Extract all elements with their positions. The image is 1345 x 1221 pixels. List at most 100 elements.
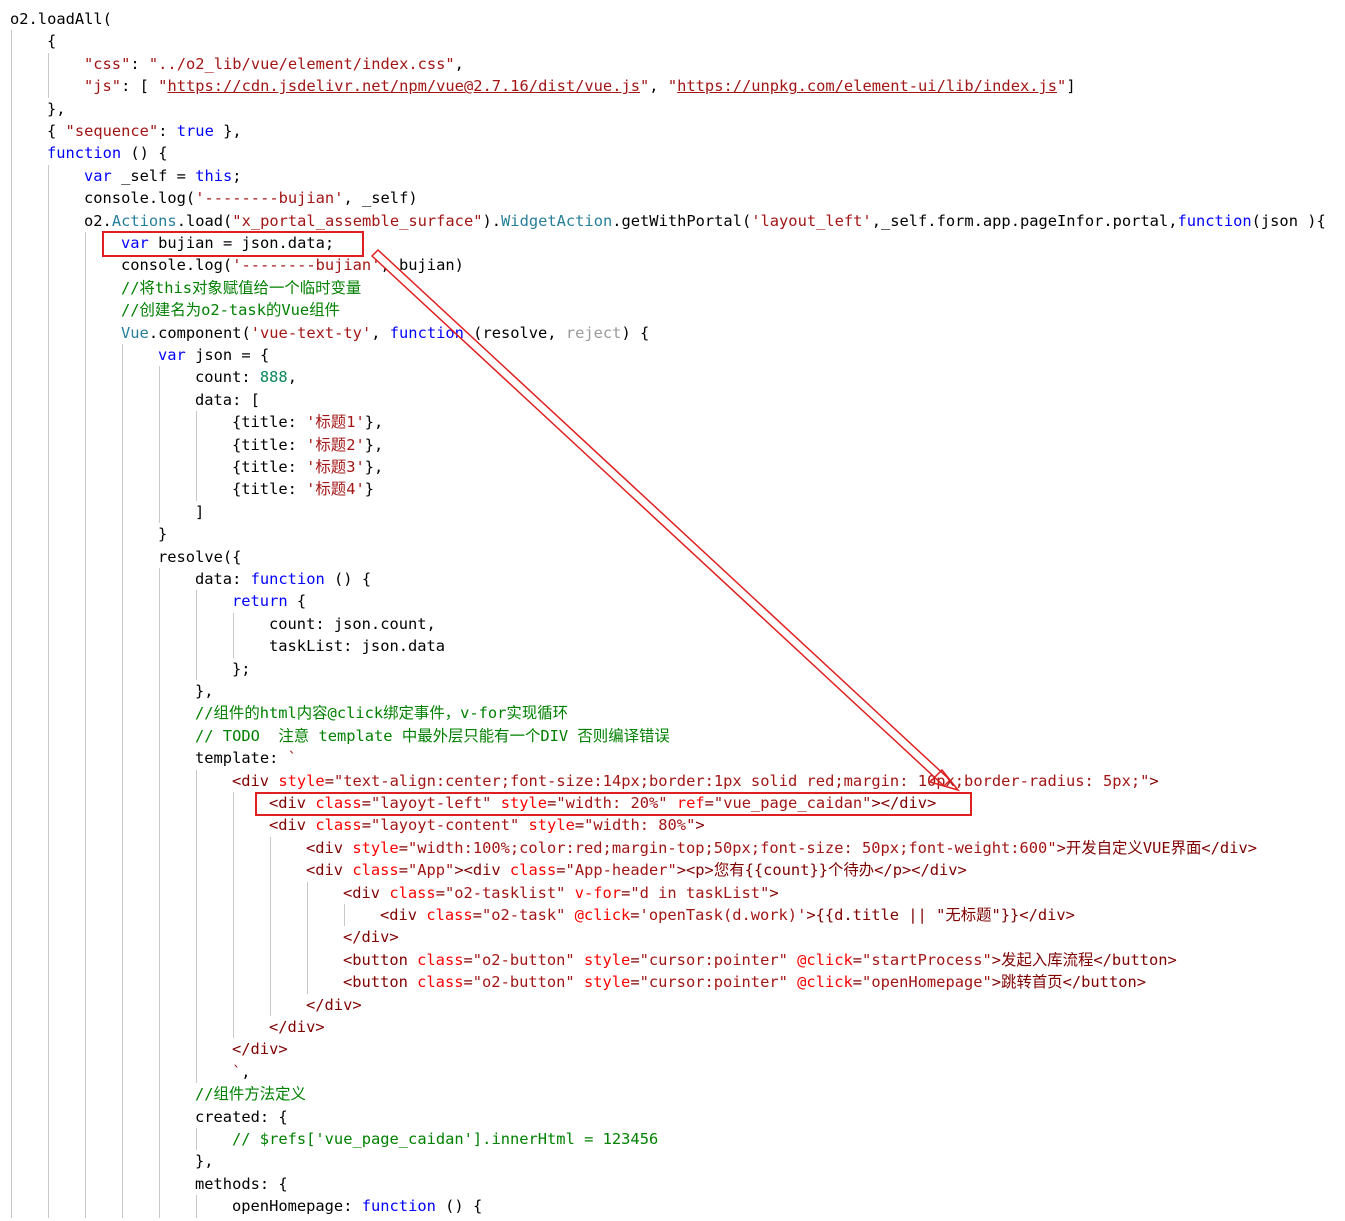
indent-guide — [159, 1105, 160, 1128]
code-line[interactable]: "js": [ "https://cdn.jsdelivr.net/npm/vu… — [84, 75, 1076, 97]
indent-guide — [122, 1105, 123, 1128]
code-line[interactable]: data: [ — [195, 389, 260, 411]
code-token: () { — [324, 570, 372, 588]
code-token: <div — [232, 771, 279, 790]
code-line[interactable]: var _self = this; — [84, 165, 242, 187]
code-line[interactable]: o2.loadAll( — [10, 8, 112, 30]
code-line[interactable]: {title: '标题4'} — [232, 478, 374, 500]
indent-guide — [159, 680, 160, 703]
code-line[interactable]: console.log('--------bujian', _self) — [84, 187, 418, 209]
code-line[interactable]: return { — [232, 590, 306, 612]
code-line[interactable]: <div class="o2-task" @click='openTask(d.… — [380, 904, 1075, 926]
code-line[interactable]: //将this对象赋值给一个临时变量 — [121, 277, 361, 299]
indent-guide — [48, 187, 49, 210]
code-token: }, — [364, 435, 384, 454]
code-line[interactable]: //创建名为o2-task的Vue组件 — [121, 299, 340, 321]
indent-guide — [85, 792, 86, 815]
code-line[interactable]: <div class="layoyt-content" style="width… — [269, 814, 705, 836]
code-token: style — [528, 816, 575, 835]
code-line[interactable]: // TODO 注意 template 中最外层只能有一个DIV 否则编译错误 — [195, 725, 670, 747]
code-line[interactable]: openHomepage: function () { — [232, 1195, 482, 1217]
code-line[interactable]: }, — [195, 680, 214, 702]
code-line[interactable]: </div> — [232, 1038, 288, 1060]
code-line[interactable]: {title: '标题1'}, — [232, 411, 383, 433]
indent-guide — [122, 478, 123, 501]
code-line[interactable]: <button class="o2-button" style="cursor:… — [343, 949, 1177, 971]
code-line[interactable]: resolve({ — [158, 546, 241, 568]
code-line[interactable]: methods: { — [195, 1173, 288, 1195]
code-editor[interactable]: o2.loadAll({ "css": "../o2_lib/vue/elemen… — [0, 0, 1345, 1221]
code-token: // TODO 注意 template 中最外层只能有一个DIV 否则编译错误 — [195, 726, 670, 745]
indent-guide — [122, 904, 123, 927]
indent-guide — [48, 881, 49, 904]
code-token: .getWithPortal( — [612, 211, 752, 230]
code-line[interactable]: { "sequence": true }, — [47, 120, 242, 142]
code-line[interactable]: "css": "../o2_lib/vue/element/index.css"… — [84, 53, 464, 75]
code-line[interactable]: <div style="width:100%;color:red;margin-… — [306, 837, 1257, 859]
indent-guide — [48, 411, 49, 434]
indent-guide — [11, 657, 12, 680]
code-line[interactable]: }, — [47, 98, 66, 120]
code-token: , — [241, 1062, 251, 1081]
code-token: ,_self.form.app.pageInfor.portal, — [871, 211, 1178, 230]
indent-guide — [159, 657, 160, 680]
indent-guide — [11, 747, 12, 770]
code-line[interactable]: {title: '标题2'}, — [232, 434, 383, 456]
code-line[interactable]: // $refs['vue_page_caidan'].innerHtml = … — [232, 1128, 658, 1150]
code-line[interactable]: <button class="o2-button" style="cursor:… — [343, 971, 1146, 993]
code-line[interactable]: //组件的html内容@click绑定事件，v-for实现循环 — [195, 702, 568, 724]
code-line[interactable]: console.log('--------bujian', bujian) — [121, 254, 464, 276]
code-line[interactable]: </div> — [306, 994, 362, 1016]
code-line[interactable]: count: 888, — [195, 366, 297, 388]
indent-guide — [270, 904, 271, 927]
code-token: "sequence" — [65, 122, 159, 140]
code-token: () { — [435, 1197, 483, 1216]
code-token: </div> — [343, 928, 399, 947]
code-line[interactable]: var json = { — [158, 344, 269, 366]
indent-guide — [270, 971, 271, 994]
code-line[interactable]: data: function () { — [195, 568, 371, 590]
code-line[interactable]: template: ` — [195, 747, 297, 769]
code-token: <button — [343, 973, 418, 992]
code-line[interactable]: //组件方法定义 — [195, 1083, 306, 1105]
code-line[interactable]: function () { — [47, 142, 167, 164]
code-line[interactable]: taskList: json.data — [269, 635, 445, 657]
code-line[interactable]: o2.Actions.load("x_portal_assemble_surfa… — [84, 210, 1326, 232]
indent-guide — [48, 1038, 49, 1061]
code-line[interactable]: }; — [232, 658, 251, 680]
code-line[interactable]: <div class="o2-tasklist" v-for="d in tas… — [343, 882, 779, 904]
code-token: ) { — [621, 323, 650, 342]
code-line[interactable]: `, — [232, 1061, 251, 1083]
code-line[interactable]: {title: '标题3'}, — [232, 456, 383, 478]
code-line[interactable]: count: json.count, — [269, 613, 436, 635]
code-line[interactable]: </div> — [343, 926, 399, 948]
indent-guide — [85, 456, 86, 479]
indent-guide — [307, 881, 308, 904]
code-token: "o2-button" — [472, 950, 575, 969]
indent-guide — [159, 724, 160, 748]
code-token: > — [769, 883, 779, 902]
code-line[interactable]: { — [47, 30, 56, 52]
code-line[interactable]: ] — [195, 501, 204, 523]
indent-guide — [196, 478, 197, 501]
code-line[interactable]: <div style="text-align:center;font-size:… — [232, 770, 1159, 792]
indent-guide — [11, 254, 12, 277]
code-token: , — [649, 77, 668, 96]
indent-guide — [48, 948, 49, 972]
code-line[interactable]: </div> — [269, 1016, 325, 1038]
code-line[interactable]: }, — [195, 1150, 214, 1172]
code-line[interactable]: } — [158, 523, 167, 545]
indent-guide — [159, 478, 160, 501]
indent-guide — [85, 904, 86, 927]
code-line[interactable]: Vue.component('vue-text-ty', function (r… — [121, 322, 649, 344]
indent-guide — [11, 568, 12, 591]
code-token: '--------bujian' — [232, 256, 381, 275]
indent-guide — [85, 657, 86, 680]
code-line[interactable]: created: { — [195, 1106, 288, 1128]
code-line[interactable]: <div class="App"><div class="App-header"… — [306, 859, 967, 881]
indent-guide — [48, 232, 49, 255]
indent-guide — [85, 1060, 86, 1084]
indent-guide — [122, 568, 123, 591]
indent-guide — [122, 590, 123, 613]
